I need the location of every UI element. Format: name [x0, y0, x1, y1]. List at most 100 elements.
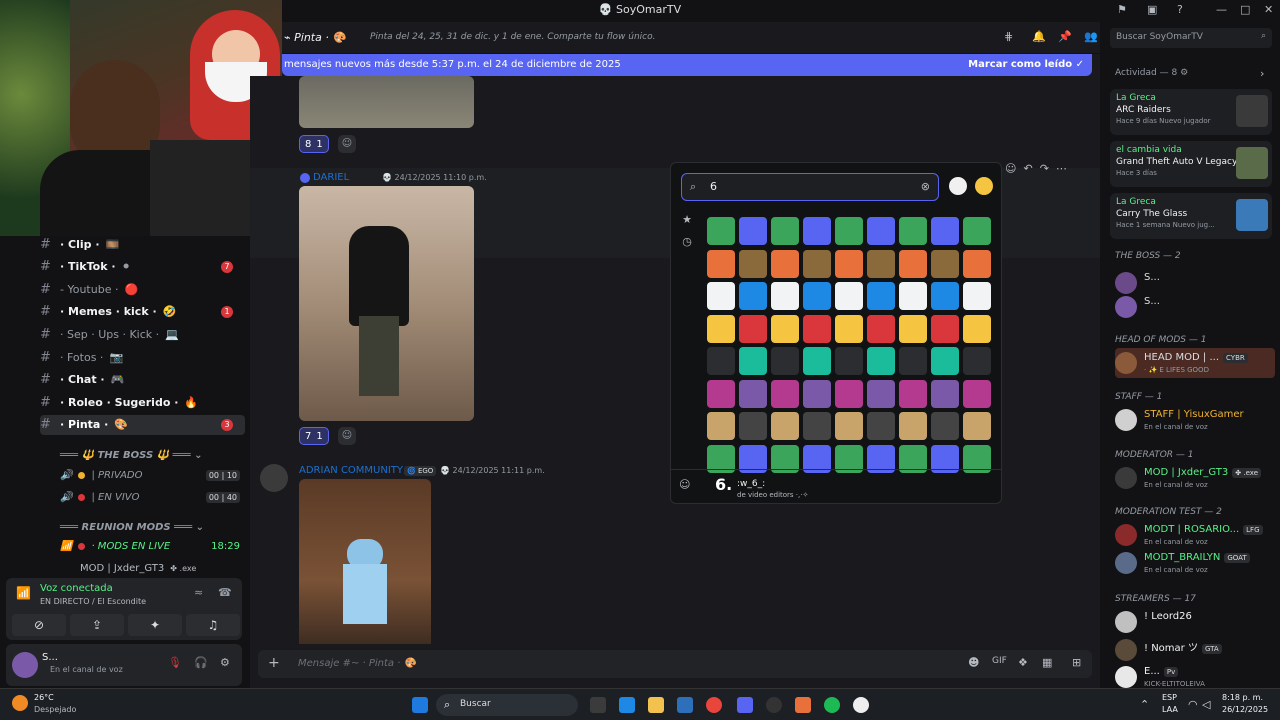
emoji-item[interactable] — [803, 217, 831, 245]
minimize-icon[interactable]: — — [1216, 3, 1227, 16]
activities-button[interactable]: ✦ — [128, 614, 182, 636]
emoji-item[interactable] — [867, 249, 895, 278]
channel-item[interactable]: # - Youtube · 🔴 — [40, 279, 245, 299]
member-item[interactable]: STAFF | YisuxGamer En el canal de voz — [1115, 405, 1275, 435]
emoji-item[interactable] — [835, 282, 863, 310]
message-author[interactable]: ADRIAN COMMUNITY — [299, 465, 403, 476]
emoji-item[interactable] — [835, 217, 863, 245]
sticker-icon[interactable]: ☻ — [968, 656, 979, 669]
gift-icon[interactable]: ❖ — [1018, 656, 1028, 669]
help-icon[interactable]: ? — [1177, 3, 1183, 16]
disconnect-icon[interactable]: ☎ — [218, 586, 232, 599]
message-composer[interactable]: + Mensaje #~ · Pinta · 🎨 ☻ GIF ❖ ▦ ⊞ — [258, 650, 1092, 678]
photo-attachment[interactable] — [299, 76, 474, 128]
photo-attachment[interactable] — [299, 479, 431, 644]
emoji-item[interactable] — [963, 314, 991, 343]
chevron-right-icon[interactable]: › — [1260, 67, 1264, 80]
more-icon[interactable]: ⋯ — [1056, 162, 1067, 175]
emoji-item[interactable] — [899, 217, 927, 245]
emoji-item[interactable] — [707, 347, 735, 375]
soundboard-button[interactable]: ♫ — [186, 614, 240, 636]
pin-icon[interactable]: 📌 — [1058, 30, 1072, 43]
reply-icon[interactable]: ↶ — [1023, 162, 1032, 175]
channel-item[interactable]: # · Roleo · Sugerido · 🔥 — [40, 392, 245, 412]
emoji-item[interactable] — [707, 314, 735, 343]
members-icon[interactable]: 👥 — [1084, 30, 1098, 43]
emoji-item[interactable] — [707, 379, 735, 408]
server-search-input[interactable]: Buscar SoyOmarTV ⌕ — [1110, 28, 1272, 48]
emoji-item[interactable] — [867, 282, 895, 310]
channel-item[interactable]: # · Chat · 🎮 — [40, 370, 245, 390]
emoji-item[interactable] — [899, 314, 927, 343]
emoji-item[interactable] — [899, 249, 927, 278]
member-item[interactable]: MODT_BRAILYN GOAT En el canal de voz — [1115, 548, 1275, 578]
discord-icon[interactable] — [737, 697, 753, 713]
emoji-item[interactable] — [963, 379, 991, 408]
emoji-item[interactable] — [803, 347, 831, 375]
emoji-item[interactable] — [867, 217, 895, 245]
avatar[interactable] — [260, 464, 288, 492]
bell-icon[interactable]: 🔔 — [1032, 30, 1046, 43]
emoji-item[interactable] — [963, 282, 991, 310]
edge-icon[interactable] — [619, 697, 635, 713]
voice-room-privado[interactable]: 🔊 | PRIVADO 00 | 10 — [60, 465, 240, 485]
emoji-item[interactable] — [707, 282, 735, 310]
channel-item[interactable]: # · Clip · 🎞️ — [40, 234, 245, 254]
new-messages-bar[interactable]: mensajes nuevos más desde 5:37 p.m. el 2… — [282, 54, 1092, 76]
emoji-item[interactable] — [803, 379, 831, 408]
channel-topic[interactable]: Pinta del 24, 25, 31 de dic. y 1 de ene.… — [370, 32, 655, 42]
screen-icon[interactable]: ▣ — [1147, 3, 1157, 16]
taskbar-search[interactable]: ⌕ Buscar — [436, 694, 578, 716]
tray-chevron-icon[interactable]: ⌃ — [1140, 698, 1149, 711]
emoji-item[interactable] — [963, 217, 991, 245]
noise-icon[interactable]: ≈ — [194, 586, 203, 599]
obs-icon[interactable] — [766, 697, 782, 713]
emoji-item[interactable] — [867, 412, 895, 440]
emoji-item[interactable] — [739, 347, 767, 375]
emoji-search-input[interactable]: ⌕ 6 ⊗ — [681, 173, 939, 201]
emoji-item[interactable] — [899, 282, 927, 310]
mute-icon[interactable]: 🎙 — [168, 656, 182, 669]
emoji-item[interactable] — [835, 379, 863, 408]
category-the-boss[interactable]: ═══ 🔱 THE BOSS 🔱 ═══ ⌄ — [60, 450, 203, 461]
volume-icon[interactable]: ◁ — [1202, 698, 1210, 711]
voice-room-en-vivo[interactable]: 🔊 | EN VIVO 00 | 40 — [60, 487, 240, 507]
emoji-item[interactable] — [931, 249, 959, 278]
add-reaction-button[interactable]: ☺ — [338, 135, 356, 153]
emoji-item[interactable] — [899, 347, 927, 375]
member-item[interactable]: S... — [1115, 292, 1275, 322]
clock-date[interactable]: 26/12/2025 — [1222, 705, 1268, 714]
deafen-icon[interactable]: 🎧 — [194, 656, 208, 669]
emoji-item[interactable] — [803, 314, 831, 343]
apps-icon[interactable]: ⊞ — [1072, 656, 1081, 669]
emoji-item[interactable] — [867, 347, 895, 375]
emoji-item[interactable] — [963, 249, 991, 278]
file-explorer-icon[interactable] — [648, 697, 664, 713]
emoji-item[interactable] — [835, 412, 863, 440]
add-attachment-icon[interactable]: + — [268, 655, 280, 671]
member-item[interactable]: MOD | Jxder_GT3 ✤ .exe En el canal de voz — [1115, 463, 1275, 493]
channel-item[interactable]: # · Memes · kick · 🤣 1 — [40, 302, 245, 322]
emoji-item[interactable] — [803, 282, 831, 310]
emoji-item[interactable] — [899, 412, 927, 440]
photo-attachment[interactable] — [299, 186, 474, 421]
clock-icon[interactable]: ◷ — [675, 235, 699, 257]
emoji-item[interactable] — [963, 347, 991, 375]
wave-hand-icon[interactable] — [975, 177, 993, 195]
clock-time[interactable]: 8:18 p. m. — [1222, 693, 1263, 702]
emoji-item[interactable] — [739, 379, 767, 408]
spotify-icon[interactable] — [824, 697, 840, 713]
avatar[interactable] — [12, 652, 38, 678]
channel-item[interactable]: # · Pinta · 🎨 3 — [40, 414, 245, 435]
chrome-icon[interactable] — [706, 697, 722, 713]
soccer-ball-icon[interactable] — [949, 177, 967, 195]
reaction-chip[interactable]: 81 — [299, 135, 329, 153]
add-reaction-button[interactable]: ☺ — [338, 427, 356, 445]
settings-icon[interactable]: ⚙ — [220, 656, 230, 669]
emoji-item[interactable] — [835, 314, 863, 343]
emoji-item[interactable] — [771, 347, 799, 375]
emoji-item[interactable] — [963, 412, 991, 440]
member-item[interactable]: ! Leord26 — [1115, 607, 1275, 637]
emoji-item[interactable] — [835, 347, 863, 375]
emoji-item[interactable] — [739, 217, 767, 245]
